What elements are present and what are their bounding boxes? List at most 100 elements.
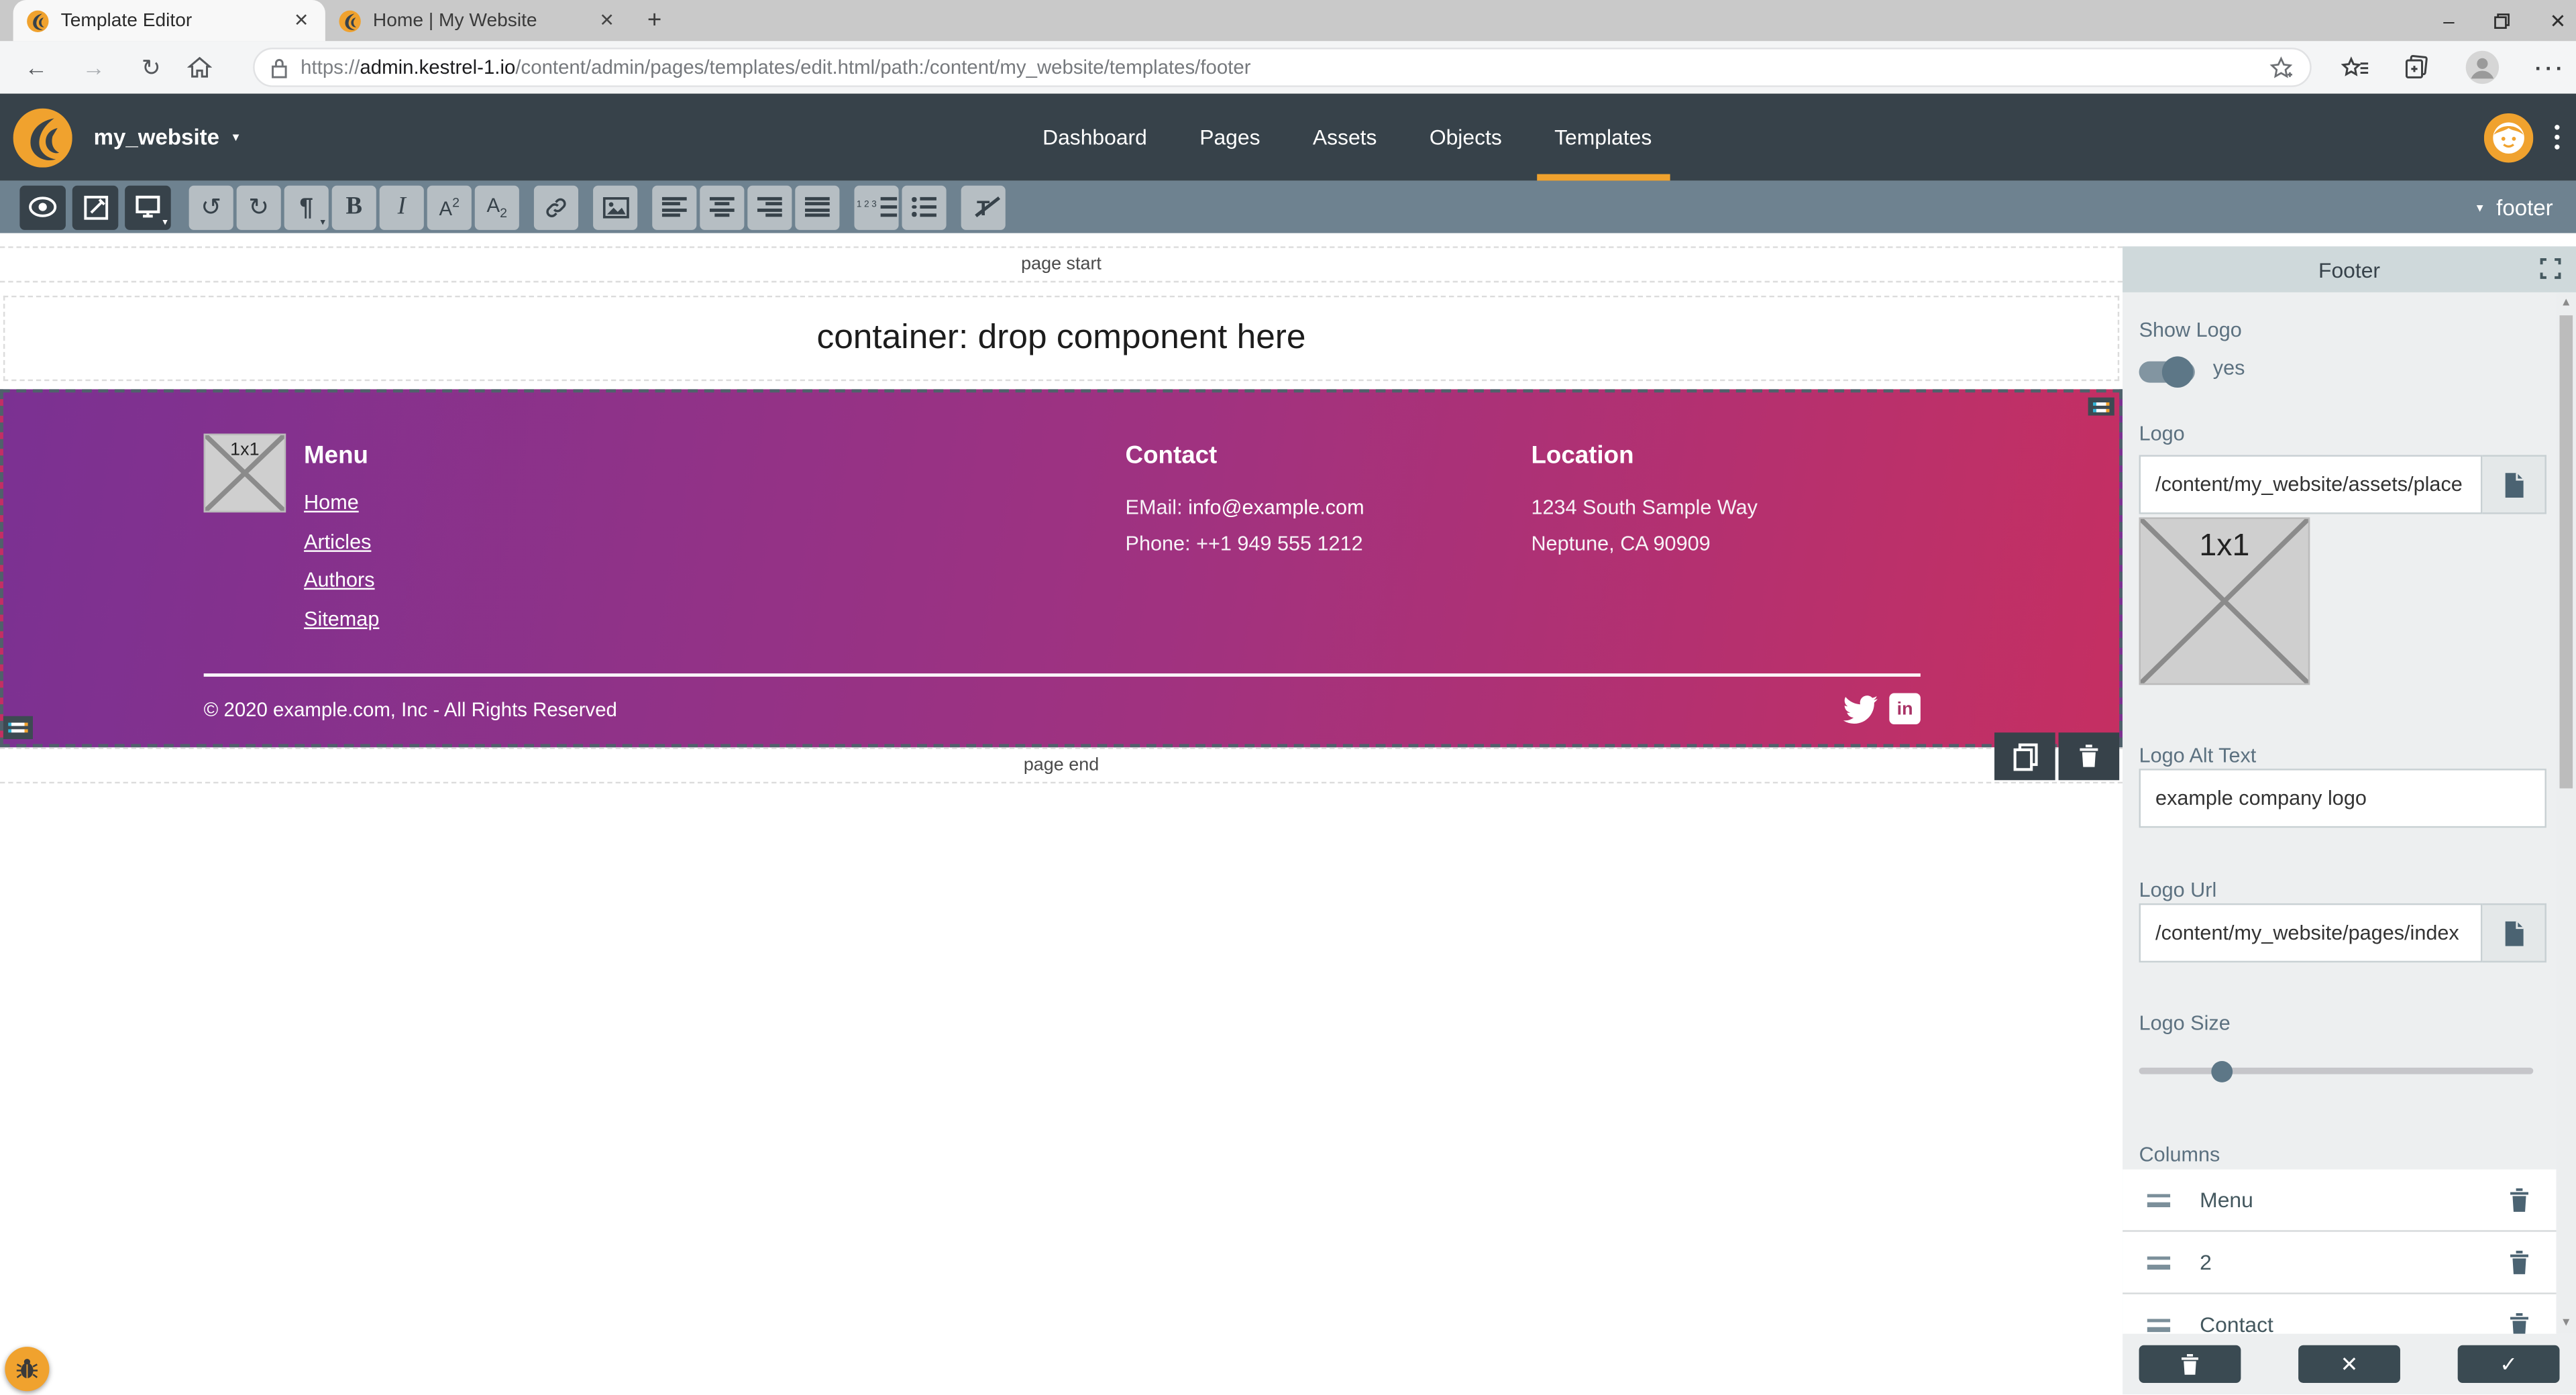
home-icon[interactable]: [187, 56, 230, 78]
twitter-icon[interactable]: [1843, 695, 1878, 724]
footer-component-preview[interactable]: 1x1 Menu Home Articles Authors Sitemap C…: [0, 389, 2123, 747]
container-dropzone[interactable]: container: drop component here: [3, 296, 2119, 381]
edit-toolbar: ▾ ↺ ↻ ¶▾ B I A2 A2 1 2 3 T ▾ footer: [0, 180, 2576, 233]
linkedin-icon[interactable]: in: [1889, 693, 1921, 724]
logo-url-input[interactable]: [2139, 903, 2483, 962]
clear-formatting-button[interactable]: T: [961, 185, 1006, 229]
superscript-button[interactable]: A2: [427, 185, 472, 229]
bold-button[interactable]: B: [332, 185, 376, 229]
restore-button[interactable]: [2493, 12, 2510, 28]
component-move-handle[interactable]: [2088, 398, 2114, 416]
browser-menu-icon[interactable]: ···: [2535, 55, 2567, 80]
component-move-handle[interactable]: [3, 716, 33, 739]
undo-button[interactable]: ↺: [189, 185, 233, 229]
footer-link-sitemap[interactable]: Sitemap: [304, 608, 379, 630]
browser-tab-active[interactable]: Template Editor ✕: [13, 0, 325, 41]
link-button[interactable]: [534, 185, 578, 229]
ordered-list-button[interactable]: 1 2 3: [854, 185, 898, 229]
footer-link-home[interactable]: Home: [304, 491, 359, 514]
debug-bug-button[interactable]: [5, 1347, 49, 1391]
align-center-button[interactable]: [700, 185, 744, 229]
device-preview-button[interactable]: ▾: [125, 185, 171, 229]
minimize-button[interactable]: –: [2443, 9, 2454, 32]
dialog-actions: ✕ ✓: [2123, 1334, 2576, 1395]
footer-link-authors[interactable]: Authors: [304, 568, 375, 591]
chevron-down-icon: ▾: [2477, 200, 2483, 215]
logo-size-slider-thumb[interactable]: [2211, 1060, 2233, 1082]
trash-icon[interactable]: [2509, 1186, 2530, 1213]
logo-preview-image: 1x1: [2139, 517, 2310, 685]
back-icon[interactable]: ←: [15, 54, 58, 80]
show-logo-toggle-knob[interactable]: [2162, 356, 2194, 388]
drag-handle-icon[interactable]: [2147, 1318, 2170, 1331]
forward-icon[interactable]: →: [72, 54, 115, 80]
delete-component-button[interactable]: [2059, 732, 2120, 780]
tab-close-icon[interactable]: ✕: [290, 10, 312, 32]
copy-component-button[interactable]: [1994, 732, 2055, 780]
delete-button[interactable]: [2139, 1345, 2241, 1383]
subscript-button[interactable]: A2: [475, 185, 519, 229]
logo-alt-text-input[interactable]: [2139, 769, 2546, 828]
footer-email-link[interactable]: info@example.com: [1188, 496, 1364, 519]
bullet-list-button[interactable]: [902, 185, 946, 229]
nav-pages[interactable]: Pages: [1181, 94, 1278, 181]
logo-path-input[interactable]: [2139, 455, 2483, 514]
align-justify-button[interactable]: [795, 185, 839, 229]
column-row-2[interactable]: 2: [2123, 1232, 2557, 1294]
drag-handle-icon[interactable]: [2147, 1256, 2170, 1269]
tab-close-icon[interactable]: ✕: [596, 10, 617, 32]
logo-url-label: Logo Url: [2139, 879, 2217, 901]
nav-templates[interactable]: Templates: [1536, 94, 1670, 181]
browser-profile-avatar[interactable]: [2464, 49, 2500, 85]
column-row-contact[interactable]: Contact: [2123, 1294, 2557, 1334]
italic-button[interactable]: I: [380, 185, 424, 229]
page-end-marker[interactable]: page end: [0, 747, 2123, 783]
align-left-button[interactable]: [652, 185, 696, 229]
kebab-menu-icon[interactable]: [2555, 125, 2560, 150]
scroll-up-icon[interactable]: ▲: [2557, 297, 2576, 309]
confirm-button[interactable]: ✓: [2458, 1345, 2560, 1383]
close-window-button[interactable]: ✕: [2550, 9, 2567, 32]
address-bar[interactable]: https://admin.kestrel-1.io/content/admin…: [253, 48, 2312, 87]
nav-dashboard[interactable]: Dashboard: [1024, 94, 1165, 181]
preview-eye-button[interactable]: [19, 185, 66, 229]
paragraph-format-button[interactable]: ¶▾: [284, 185, 329, 229]
align-right-button[interactable]: [747, 185, 792, 229]
cancel-button[interactable]: ✕: [2298, 1345, 2400, 1383]
dialog-body: Show Logo yes Logo 1x1 Logo Alt Text Log…: [2123, 292, 2576, 1334]
scroll-down-icon[interactable]: ▼: [2557, 1317, 2576, 1329]
logo-alt-text-label: Logo Alt Text: [2139, 744, 2257, 767]
browser-toolbar: ← → ↻ https://admin.kestrel-1.io/content…: [0, 41, 2576, 93]
trash-icon[interactable]: [2509, 1249, 2530, 1275]
collections-icon[interactable]: [2404, 54, 2430, 80]
refresh-icon[interactable]: ↻: [129, 54, 172, 82]
column-row-menu[interactable]: Menu: [2123, 1170, 2557, 1232]
fullscreen-icon[interactable]: [2540, 258, 2561, 279]
logo-size-slider[interactable]: [2139, 1068, 2534, 1074]
page-start-marker[interactable]: page start: [0, 246, 2123, 282]
redo-button[interactable]: ↻: [237, 185, 281, 229]
bug-icon: [15, 1357, 40, 1382]
user-avatar[interactable]: [2483, 113, 2532, 162]
site-selector[interactable]: my_website ▾: [13, 107, 239, 166]
scrollbar-thumb[interactable]: [2560, 315, 2573, 788]
trash-icon[interactable]: [2509, 1312, 2530, 1334]
drag-handle-icon[interactable]: [2147, 1193, 2170, 1207]
logo-url-browse-button[interactable]: [2482, 903, 2546, 962]
dialog-scrollbar[interactable]: ▲ ▼: [2557, 292, 2576, 1334]
footer-contact-email: EMail: info@example.com: [1126, 496, 1364, 519]
favorites-icon[interactable]: [2341, 55, 2369, 80]
logo-browse-button[interactable]: [2482, 455, 2546, 514]
bookmark-star-icon[interactable]: [2269, 55, 2294, 80]
site-name: my_website: [94, 125, 219, 150]
edit-mode-button[interactable]: [72, 185, 119, 229]
nav-assets[interactable]: Assets: [1295, 94, 1395, 181]
url-text[interactable]: https://admin.kestrel-1.io/content/admin…: [301, 56, 2269, 78]
nav-objects[interactable]: Objects: [1411, 94, 1520, 181]
browser-tab-inactive[interactable]: Home | My Website ✕: [325, 0, 631, 41]
new-tab-button[interactable]: +: [647, 7, 661, 35]
chevron-down-icon: ▾: [321, 216, 325, 227]
footer-link-articles[interactable]: Articles: [304, 531, 371, 553]
template-selector[interactable]: ▾ footer: [2477, 194, 2576, 219]
image-button[interactable]: [593, 185, 637, 229]
